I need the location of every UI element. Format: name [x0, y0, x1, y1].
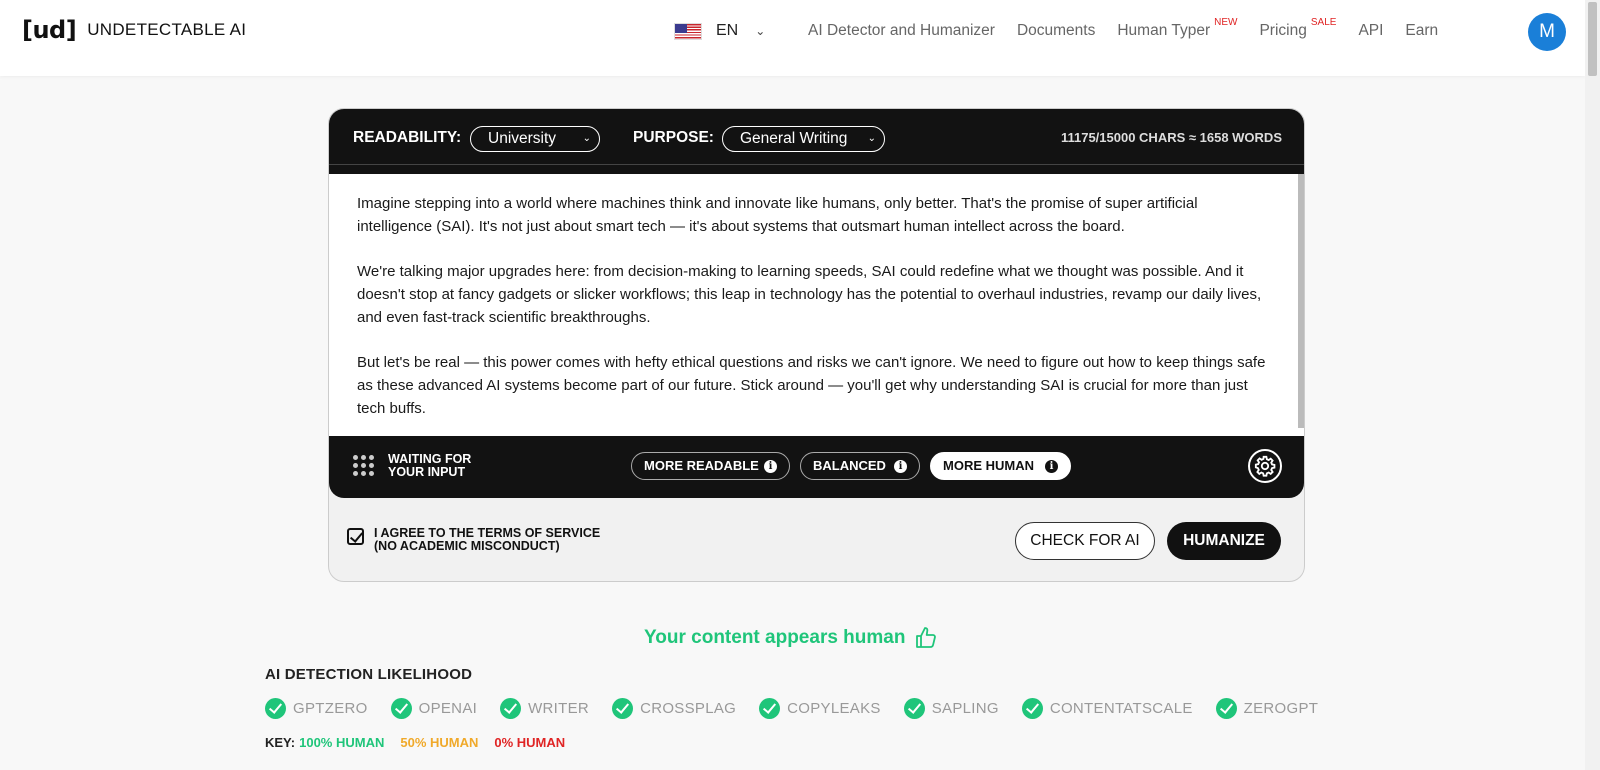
detection-title: AI DETECTION LIKELIHOOD [265, 666, 473, 683]
detector-contentatscale: CONTENTATSCALE [1021, 698, 1193, 719]
check-circle-icon [265, 698, 286, 719]
chevron-down-icon: ⌄ [867, 133, 876, 144]
key-50-human: 50% HUMAN [400, 735, 479, 750]
sale-badge: SALE [1310, 17, 1337, 28]
text-scrollbar[interactable] [1298, 174, 1304, 428]
detector-list: GPTZERO OPENAI WRITER CROSSPLAG COPYLEAK… [265, 698, 1341, 719]
check-circle-icon [759, 698, 781, 719]
scrollbar-thumb[interactable] [1588, 2, 1597, 76]
humanizer-card: READABILITY: University ⌄ PURPOSE: Genera… [328, 108, 1305, 582]
purpose-label: PURPOSE: [633, 129, 714, 146]
detection-key: KEY: 100% HUMAN 50% HUMAN 0% HUMAN [265, 735, 581, 750]
terms-label: I AGREE TO THE TERMS OF SERVICE (NO ACAD… [374, 526, 601, 553]
chevron-down-icon: ⌄ [582, 133, 591, 144]
char-count: 11175/15000 CHARS ≈ 1658 WORDS [1060, 130, 1282, 145]
terms-agreement[interactable]: I AGREE TO THE TERMS OF SERVICE (NO ACAD… [347, 527, 614, 553]
page-scrollbar[interactable] [1585, 0, 1600, 770]
purpose-select[interactable]: General Writing ⌄ [722, 126, 885, 152]
check-circle-icon [390, 698, 412, 719]
mode-balanced-button[interactable]: BALANCED i [800, 452, 920, 480]
check-circle-icon [500, 698, 522, 719]
paragraph: Imagine stepping into a world where mach… [357, 195, 1198, 235]
mode-more-readable-button[interactable]: MORE READABLE i [631, 452, 790, 480]
detector-copyleaks: COPYLEAKS [759, 698, 881, 719]
new-badge: NEW [1214, 17, 1238, 28]
check-circle-icon [1021, 698, 1043, 719]
toolbar-divider [329, 164, 1304, 174]
paragraph: But let's be real — this power comes wit… [357, 354, 1266, 417]
mode-bar: WAITING FOR YOUR INPUT MORE READABLE i BA… [329, 436, 1304, 498]
key-100-human: 100% HUMAN [299, 735, 385, 750]
result-headline: Your content appears human [644, 626, 938, 650]
paragraph: We're talking major upgrades here: from … [357, 263, 1262, 326]
detector-writer: WRITER [500, 698, 589, 719]
terms-checkbox[interactable] [347, 528, 364, 545]
detector-gptzero: GPTZERO [265, 698, 368, 719]
text-input[interactable]: Imagine stepping into a world where mach… [329, 174, 1304, 444]
readability-select[interactable]: University ⌄ [470, 126, 600, 152]
key-label: KEY: [265, 735, 296, 750]
humanize-button[interactable]: HUMANIZE [1167, 522, 1281, 560]
detector-zerogpt: ZEROGPT [1215, 698, 1319, 719]
language-code: EN [716, 22, 739, 39]
key-0-human: 0% HUMAN [494, 735, 566, 750]
info-icon[interactable]: i [894, 460, 907, 473]
nav-api[interactable]: API [1358, 22, 1383, 40]
gear-icon[interactable] [1248, 449, 1282, 483]
thumbs-up-icon [916, 627, 937, 648]
top-navbar: [ud] UNDETECTABLE AI EN ⌄ AI Detector an… [0, 0, 1585, 76]
readability-label: READABILITY: [353, 129, 462, 146]
nav-documents[interactable]: Documents [1017, 22, 1095, 40]
check-circle-icon [612, 698, 634, 719]
check-circle-icon [903, 698, 925, 719]
chevron-down-icon: ⌄ [755, 24, 766, 38]
detector-sapling: SAPLING [903, 698, 999, 719]
check-circle-icon [1215, 698, 1237, 719]
logo[interactable]: [ud] UNDETECTABLE AI [22, 16, 246, 44]
detector-openai: OPENAI [390, 698, 477, 719]
check-for-ai-button[interactable]: CHECK FOR AI [1015, 522, 1155, 560]
nav-pricing[interactable]: Pricing SALE [1259, 17, 1336, 40]
info-icon[interactable]: i [1045, 460, 1058, 473]
status-text: WAITING FOR YOUR INPUT [388, 452, 472, 479]
loading-dots-icon [353, 455, 375, 477]
nav-earn[interactable]: Earn [1405, 22, 1438, 40]
logo-text: UNDETECTABLE AI [87, 20, 247, 39]
us-flag-icon [674, 22, 702, 40]
main-nav: AI Detector and Humanizer Documents Huma… [808, 17, 1460, 40]
editor-toolbar: READABILITY: University ⌄ PURPOSE: Genera… [329, 109, 1304, 164]
info-icon[interactable]: i [764, 460, 777, 473]
logo-mark: [ud] [22, 16, 77, 44]
mode-more-human-button[interactable]: MORE HUMAN i [930, 452, 1071, 480]
language-selector[interactable]: EN ⌄ [674, 22, 765, 40]
detector-crossplag: CROSSPLAG [612, 698, 736, 719]
nav-ai-detector[interactable]: AI Detector and Humanizer [808, 22, 995, 40]
nav-human-typer[interactable]: Human Typer NEW [1117, 17, 1237, 40]
avatar[interactable]: M [1528, 13, 1566, 51]
